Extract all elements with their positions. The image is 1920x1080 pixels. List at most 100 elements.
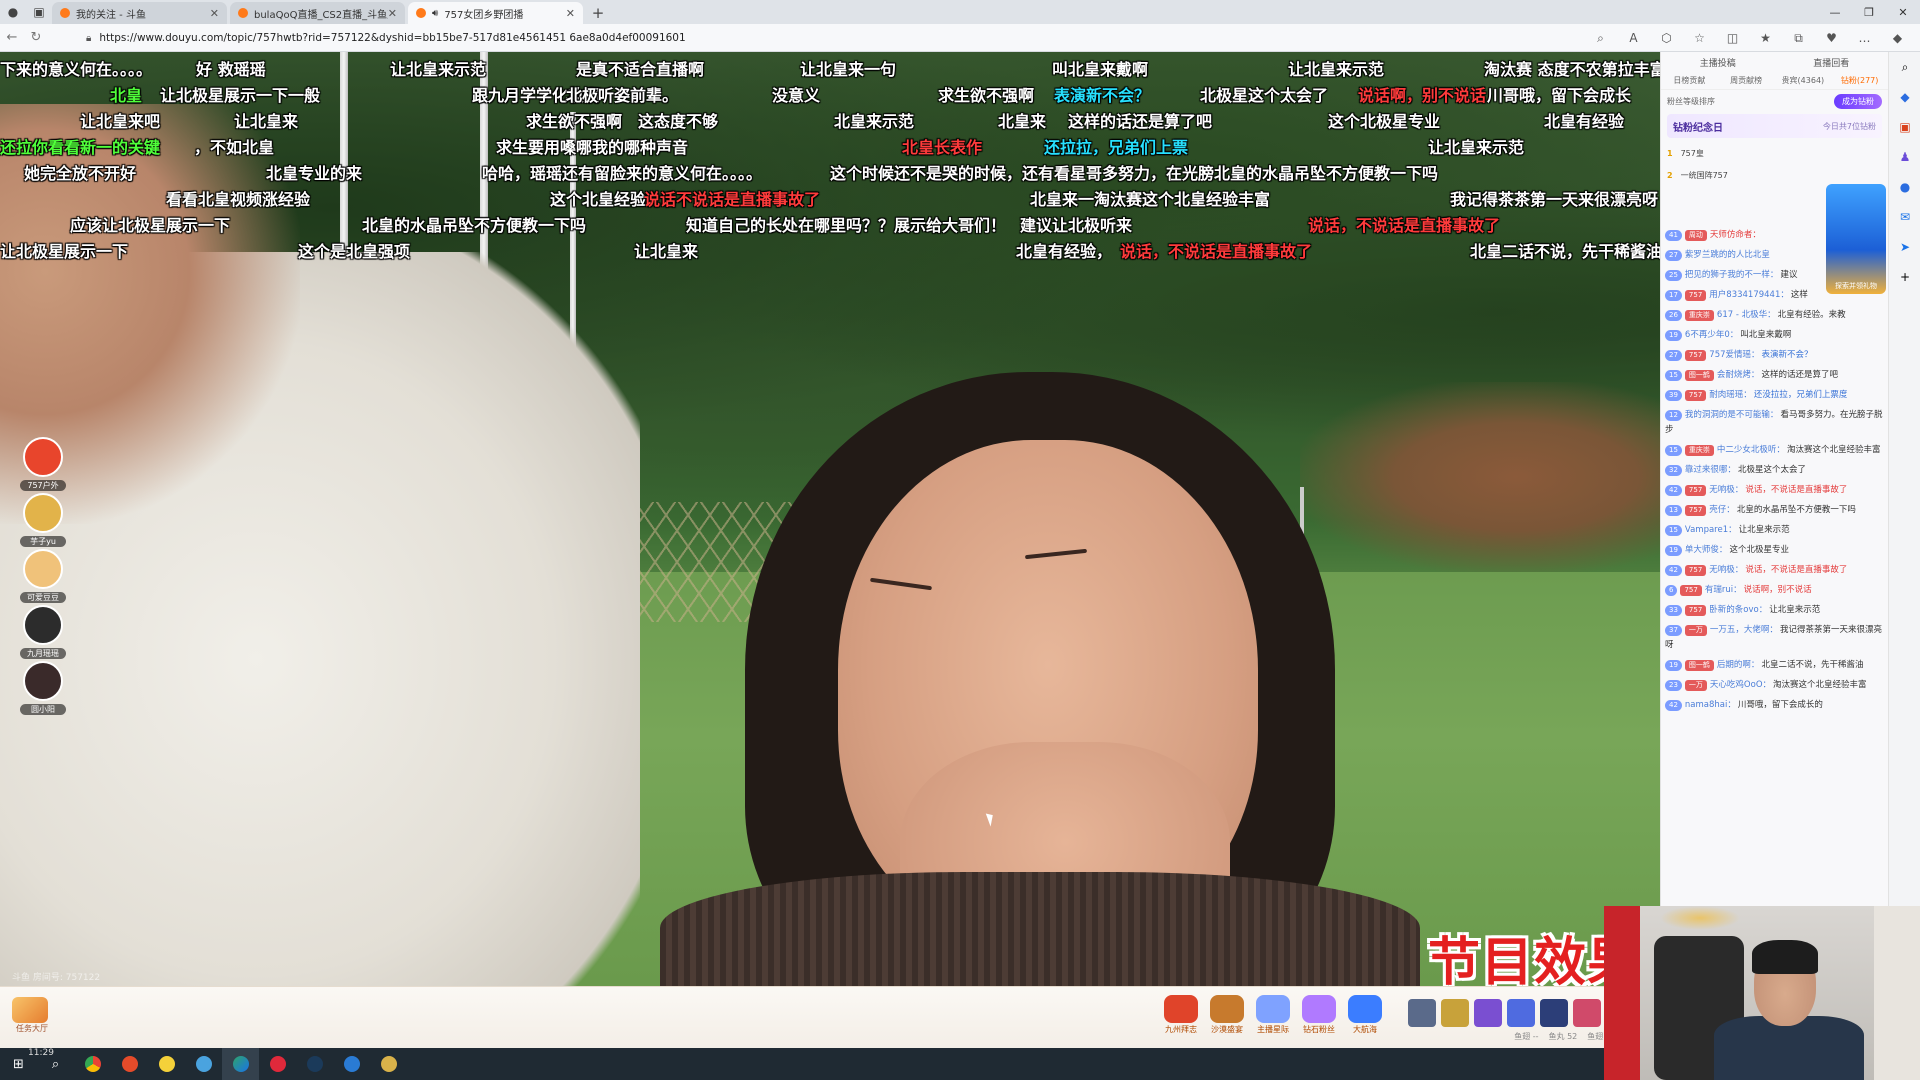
app-icon[interactable] [333, 1048, 370, 1080]
app-icon[interactable] [370, 1048, 407, 1080]
chat-message[interactable]: 39 757 耐肉瑶瑶： 还没拉拉，兄弟们上票度 [1665, 388, 1887, 403]
microsoft365-icon[interactable]: ● [1889, 172, 1920, 202]
shopping-icon[interactable]: ◆ [1889, 82, 1920, 112]
chat-message[interactable]: 27 紫罗兰跳的的人比北皇 [1665, 248, 1887, 263]
chat-username[interactable]: 无响极： [1709, 485, 1743, 495]
chat-message[interactable]: 19 单大师俊： 这个北极星专业 [1665, 543, 1887, 558]
gift-thumbnail-icon[interactable] [1540, 999, 1568, 1027]
chat-username[interactable]: 用户8334179441： [1709, 290, 1789, 300]
tab-anchor-post[interactable]: 主播投稿 [1661, 56, 1775, 69]
collections-icon[interactable]: ⧉ [1782, 26, 1815, 50]
chat-username[interactable]: 6不再少年0： [1685, 330, 1738, 340]
chat-username[interactable]: 一万五，大佬啊： [1710, 625, 1778, 635]
browser-essentials-icon[interactable]: ♥ [1815, 26, 1848, 50]
chat-username[interactable]: 有瑞rui： [1705, 585, 1742, 595]
become-diamond-fan-button[interactable]: 成为钻粉 [1834, 93, 1882, 109]
app-icon[interactable] [111, 1048, 148, 1080]
gift-item[interactable]: 钻石粉丝 [1298, 995, 1340, 1039]
app-icon[interactable] [185, 1048, 222, 1080]
games-icon[interactable]: ♟ [1889, 142, 1920, 172]
gift-item[interactable]: 大航海 [1344, 995, 1386, 1039]
chat-message[interactable]: 41 周动 天师仿命者： [1665, 228, 1887, 243]
chat-username[interactable]: 后期的啊： [1717, 660, 1760, 670]
chat-message[interactable]: 42 757 无响极： 说话，不说话是直播事故了 [1665, 563, 1887, 578]
tab-weekly-rank[interactable]: 周贡献榜 [1718, 75, 1775, 86]
drop-icon[interactable]: ➤ [1889, 232, 1920, 262]
steam-icon[interactable] [296, 1048, 333, 1080]
tab-my-follows[interactable]: 我的关注 - 斗鱼 ✕ [52, 2, 227, 24]
chat-message[interactable]: 27 757 757爱情瑶： 表演新不会？ [1665, 348, 1887, 363]
tab-vip[interactable]: 贵宾(4364) [1775, 75, 1832, 86]
tab-bulaqoq[interactable]: bulaQoQ直播_CS2直播_斗鱼直播 ✕ [230, 2, 405, 24]
tab-daily-rank[interactable]: 日榜贡献 [1661, 75, 1718, 86]
guest-avatar[interactable]: 可爱豆豆 [20, 549, 66, 603]
chat-message[interactable]: 42 757 无响极： 说话，不说话是直播事故了 [1665, 483, 1887, 498]
chat-message[interactable]: 12 我的洞洞的是不可能输： 看马哥多努力。在光膀子脱步 [1665, 408, 1887, 438]
chat-message[interactable]: 13 757 壳仔： 北皇的水晶吊坠不方便教一下吗 [1665, 503, 1887, 518]
chat-username[interactable]: 757爱情瑶： [1709, 350, 1759, 360]
toolbox-icon[interactable]: ▣ [1889, 112, 1920, 142]
chat-message[interactable]: 15 重庆崇 中二少女北极听： 淘汰赛这个北皇经验丰富 [1665, 443, 1887, 458]
chat-username[interactable]: 我的洞洞的是不可能输： [1685, 410, 1779, 420]
close-icon[interactable]: ✕ [210, 7, 219, 20]
minimize-icon[interactable]: — [1818, 0, 1852, 24]
video-player[interactable]: 下来的意义何在。。。。好 救瑶瑶 让北皇来示范 是真不适合直播啊 让北皇来一句 叫北皇来… [0, 52, 1660, 986]
chat-username[interactable]: 卧新的条ovo： [1709, 605, 1767, 615]
chat-message[interactable]: 17 757 用户8334179441： 这样 [1665, 288, 1887, 303]
tab-diamond-fans[interactable]: 钻粉(277) [1831, 75, 1888, 86]
chat-message[interactable]: 19 6不再少年0： 叫北皇来戴啊 [1665, 328, 1887, 343]
gift-item[interactable]: 主播星际 [1252, 995, 1294, 1039]
gift-item[interactable]: 沙漠盛宴 [1206, 995, 1248, 1039]
back-icon[interactable]: ← [0, 26, 24, 50]
url-field[interactable]: 🔒︎ https://www.douyu.com/topic/757hwtb?r… [86, 27, 1686, 49]
chat-message[interactable]: 15 Vampare1： 让北皇来示范 [1665, 523, 1887, 538]
favorites-icon[interactable]: ★ [1749, 26, 1782, 50]
chat-message[interactable]: 23 一万 天心吃鸡OoO： 淘汰赛这个北皇经验丰富 [1665, 678, 1887, 693]
guest-avatar[interactable]: 757户外 [20, 437, 66, 491]
gift-thumbnail-icon[interactable] [1573, 999, 1601, 1027]
rank-row[interactable]: 2 一统国阵757 [1667, 164, 1882, 186]
guest-avatar[interactable]: 圆小阳 [20, 661, 66, 715]
gift-thumbnail-icon[interactable] [1507, 999, 1535, 1027]
maximize-icon[interactable]: ❐ [1852, 0, 1886, 24]
chat-username[interactable]: 617 - 北极华： [1717, 310, 1776, 320]
outlook-icon[interactable]: ✉ [1889, 202, 1920, 232]
chat-username[interactable]: 靠过来很哪： [1685, 465, 1736, 475]
close-icon[interactable]: ✕ [566, 7, 575, 20]
gift-thumbnail-icon[interactable] [1408, 999, 1436, 1027]
chat-message[interactable]: 37 一万 一万五，大佬啊： 我记得茶茶第一天来很漂亮呀 [1665, 623, 1887, 653]
chat-username[interactable]: nama8hai： [1685, 700, 1736, 710]
close-icon[interactable]: ✕ [388, 7, 397, 20]
chat-username[interactable]: 天心吃鸡OoO： [1710, 680, 1771, 690]
extension-icon[interactable]: ⬡ [1650, 26, 1683, 50]
edge-icon[interactable] [222, 1048, 259, 1080]
speaker-icon[interactable]: 🔊︎ [432, 8, 438, 19]
tab-757-stream[interactable]: 🔊︎ 757女团乡野团播 ✕ [408, 2, 583, 24]
rank-row[interactable]: 1 757皇 [1667, 142, 1882, 164]
chat-username[interactable]: 会耐烧烤： [1717, 370, 1760, 380]
search-icon[interactable]: ⌕ [1889, 52, 1920, 82]
chat-message[interactable]: 33 757 卧新的条ovo： 让北皇来示范 [1665, 603, 1887, 618]
chat-message[interactable]: 26 重庆崇 617 - 北极华： 北皇有经验。来教 [1665, 308, 1887, 323]
chat-message[interactable]: 19 图一鹤 后期的啊： 北皇二话不说，先干稀酱油 [1665, 658, 1887, 673]
zoom-icon[interactable]: ⌕ [1584, 26, 1617, 50]
fans-sort-label[interactable]: 粉丝等级排序 [1667, 96, 1715, 107]
close-window-icon[interactable]: ✕ [1886, 0, 1920, 24]
chat-username[interactable]: 紫罗兰跳的的人比北皇 [1685, 250, 1770, 260]
chat-username[interactable]: 单大师俊： [1685, 545, 1728, 555]
gift-item[interactable]: 九州拜志 [1160, 995, 1202, 1039]
chat-username[interactable]: 天师仿命者： [1710, 230, 1761, 240]
netease-music-icon[interactable] [259, 1048, 296, 1080]
chat-username[interactable]: 壳仔： [1709, 505, 1735, 515]
add-sidebar-icon[interactable]: + [1889, 262, 1920, 292]
tab-replay[interactable]: 直播回看 [1775, 56, 1889, 69]
gift-thumbnail-icon[interactable] [1474, 999, 1502, 1027]
chrome-icon[interactable] [74, 1048, 111, 1080]
profile-icon[interactable]: ● [0, 0, 26, 24]
chat-message[interactable]: 42 nama8hai： 川哥哦，留下会成长的 [1665, 698, 1887, 713]
favorite-star-icon[interactable]: ☆ [1683, 26, 1716, 50]
app-icon[interactable] [148, 1048, 185, 1080]
chat-username[interactable]: 把见的狮子我的不一样： [1685, 270, 1779, 280]
new-tab-button[interactable]: + [586, 2, 610, 24]
chat-message[interactable]: 25 把见的狮子我的不一样： 建议 [1665, 268, 1887, 283]
